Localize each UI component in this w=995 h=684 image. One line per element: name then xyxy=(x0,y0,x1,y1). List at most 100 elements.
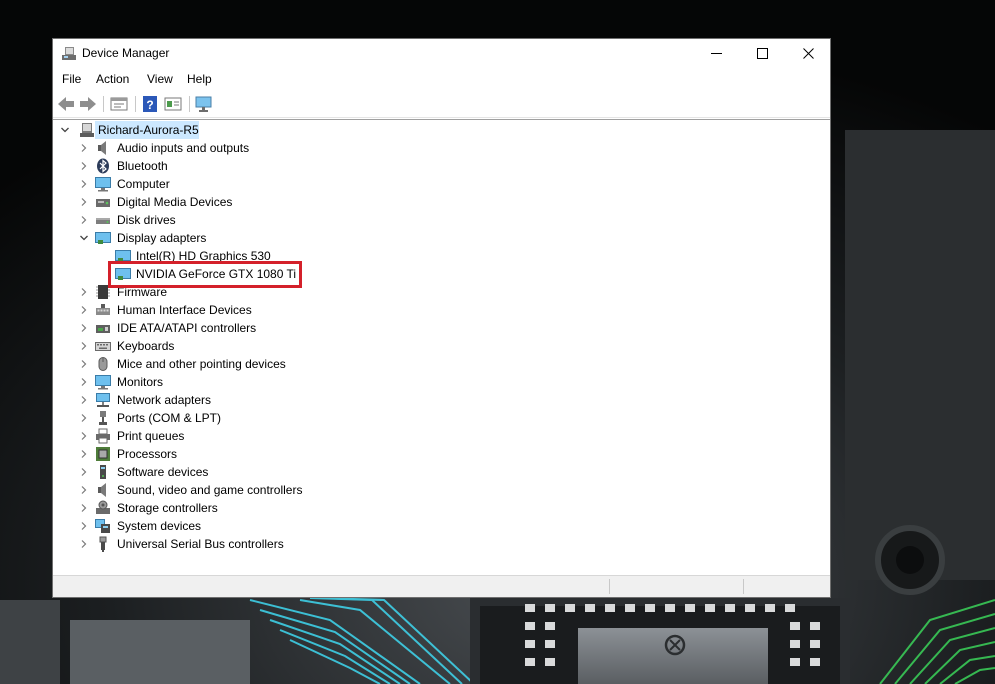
tree-item-label: Processors xyxy=(117,447,178,461)
hid-icon xyxy=(96,304,110,315)
chevron-right-icon[interactable] xyxy=(80,486,88,494)
back-arrow-icon xyxy=(58,97,74,111)
mouse-icon xyxy=(98,357,108,371)
chevron-right-icon[interactable] xyxy=(80,198,88,206)
maximize-button[interactable] xyxy=(740,39,786,68)
menu-view[interactable]: View xyxy=(147,72,173,86)
toolbar-separator xyxy=(189,96,190,112)
tree-item-label: Keyboards xyxy=(117,339,175,353)
toolbar-separator xyxy=(103,96,104,112)
chevron-right-icon[interactable] xyxy=(80,324,88,332)
chevron-down-icon[interactable] xyxy=(61,126,69,134)
help-icon: ? xyxy=(143,96,157,112)
chevron-right-icon[interactable] xyxy=(80,396,88,404)
tree-item-label: Audio inputs and outputs xyxy=(117,141,250,155)
chevron-right-icon[interactable] xyxy=(80,216,88,224)
speaker-icon xyxy=(98,141,106,155)
tree-item-label: Ports (COM & LPT) xyxy=(117,411,222,425)
tree-item-bluetooth[interactable]: Bluetooth xyxy=(53,157,830,175)
tree-item-system-devices[interactable]: System devices xyxy=(53,517,830,535)
minimize-button[interactable] xyxy=(694,39,740,68)
tree-item-label: Sound, video and game controllers xyxy=(117,483,303,497)
maximize-icon xyxy=(757,48,768,59)
toolbar: ? xyxy=(53,91,830,118)
sound-controller-icon xyxy=(98,483,106,497)
tree-item-label: Bluetooth xyxy=(117,159,168,173)
chevron-right-icon[interactable] xyxy=(80,288,88,296)
ide-controller-icon xyxy=(96,325,110,333)
tree-item-display-adapters[interactable]: Display adapters xyxy=(53,229,830,247)
scan-hardware-button[interactable] xyxy=(194,95,214,113)
chevron-down-icon[interactable] xyxy=(80,234,88,242)
tree-item-label: System devices xyxy=(117,519,202,533)
menu-bar: File Action View Help xyxy=(53,69,830,89)
chevron-right-icon[interactable] xyxy=(80,378,88,386)
processor-icon xyxy=(96,447,110,461)
tree-item-disk-drives[interactable]: Disk drives xyxy=(53,211,830,229)
tree-item-network-adapters[interactable]: Network adapters xyxy=(53,391,830,409)
tree-item-monitors[interactable]: Monitors xyxy=(53,373,830,391)
device-manager-window: Device Manager File Action View Help ? R… xyxy=(52,38,831,598)
help-button[interactable]: ? xyxy=(140,95,160,113)
usb-icon xyxy=(99,536,107,552)
tree-item-print-queues[interactable]: Print queues xyxy=(53,427,830,445)
disk-drive-icon xyxy=(96,218,110,224)
red-highlight-box xyxy=(108,261,302,288)
tree-item-label: Monitors xyxy=(117,375,164,389)
chevron-right-icon[interactable] xyxy=(80,360,88,368)
tree-item-mice[interactable]: Mice and other pointing devices xyxy=(53,355,830,373)
tree-item-storage-controllers[interactable]: Storage controllers xyxy=(53,499,830,517)
tree-item-ide[interactable]: IDE ATA/ATAPI controllers xyxy=(53,319,830,337)
scan-hardware-icon xyxy=(195,96,212,112)
chevron-right-icon[interactable] xyxy=(80,522,88,530)
chevron-right-icon[interactable] xyxy=(80,414,88,422)
tree-item-sound-video[interactable]: Sound, video and game controllers xyxy=(53,481,830,499)
menu-help[interactable]: Help xyxy=(187,72,212,86)
tree-item-software-devices[interactable]: Software devices xyxy=(53,463,830,481)
tree-item-label: Mice and other pointing devices xyxy=(117,357,286,371)
forward-arrow-icon xyxy=(80,97,96,111)
tree-item-keyboards[interactable]: Keyboards xyxy=(53,337,830,355)
tree-item-digital-media[interactable]: Digital Media Devices xyxy=(53,193,830,211)
tree-item-label: Universal Serial Bus controllers xyxy=(117,537,284,551)
media-device-icon xyxy=(96,199,110,207)
forward-button[interactable] xyxy=(78,95,98,113)
update-driver-button[interactable] xyxy=(163,95,183,113)
chevron-right-icon[interactable] xyxy=(80,468,88,476)
toolbar-separator xyxy=(135,96,136,112)
tree-item-label: Digital Media Devices xyxy=(117,195,233,209)
tree-item-label: IDE ATA/ATAPI controllers xyxy=(117,321,257,335)
tree-item-hid[interactable]: Human Interface Devices xyxy=(53,301,830,319)
svg-text:?: ? xyxy=(146,98,153,112)
tree-item-processors[interactable]: Processors xyxy=(53,445,830,463)
tree-item-audio[interactable]: Audio inputs and outputs xyxy=(53,139,830,157)
chevron-right-icon[interactable] xyxy=(80,162,88,170)
tree-item-usb[interactable]: Universal Serial Bus controllers xyxy=(53,535,830,553)
status-divider xyxy=(609,579,610,594)
close-button[interactable] xyxy=(786,39,832,68)
port-icon xyxy=(99,411,107,425)
chevron-right-icon[interactable] xyxy=(80,306,88,314)
computer-root-icon xyxy=(80,123,94,137)
chevron-right-icon[interactable] xyxy=(80,450,88,458)
chevron-right-icon[interactable] xyxy=(80,540,88,548)
device-tree: Richard-Aurora-R5 Audio inputs and outpu… xyxy=(53,119,830,573)
chevron-right-icon[interactable] xyxy=(80,180,88,188)
menu-file[interactable]: File xyxy=(62,72,81,86)
properties-button[interactable] xyxy=(109,95,129,113)
menu-action[interactable]: Action xyxy=(96,72,129,86)
status-bar xyxy=(53,575,830,597)
properties-icon xyxy=(110,97,128,111)
title-bar[interactable]: Device Manager xyxy=(53,39,830,68)
chevron-right-icon[interactable] xyxy=(80,432,88,440)
tree-root-node[interactable]: Richard-Aurora-R5 xyxy=(53,121,830,139)
chevron-right-icon[interactable] xyxy=(80,144,88,152)
computer-name-label: Richard-Aurora-R5 xyxy=(98,123,199,137)
close-icon xyxy=(803,48,814,59)
display-adapter-icon xyxy=(95,232,111,244)
tree-item-ports[interactable]: Ports (COM & LPT) xyxy=(53,409,830,427)
chevron-right-icon[interactable] xyxy=(80,342,88,350)
chevron-right-icon[interactable] xyxy=(80,504,88,512)
back-button[interactable] xyxy=(56,95,76,113)
tree-item-computer[interactable]: Computer xyxy=(53,175,830,193)
